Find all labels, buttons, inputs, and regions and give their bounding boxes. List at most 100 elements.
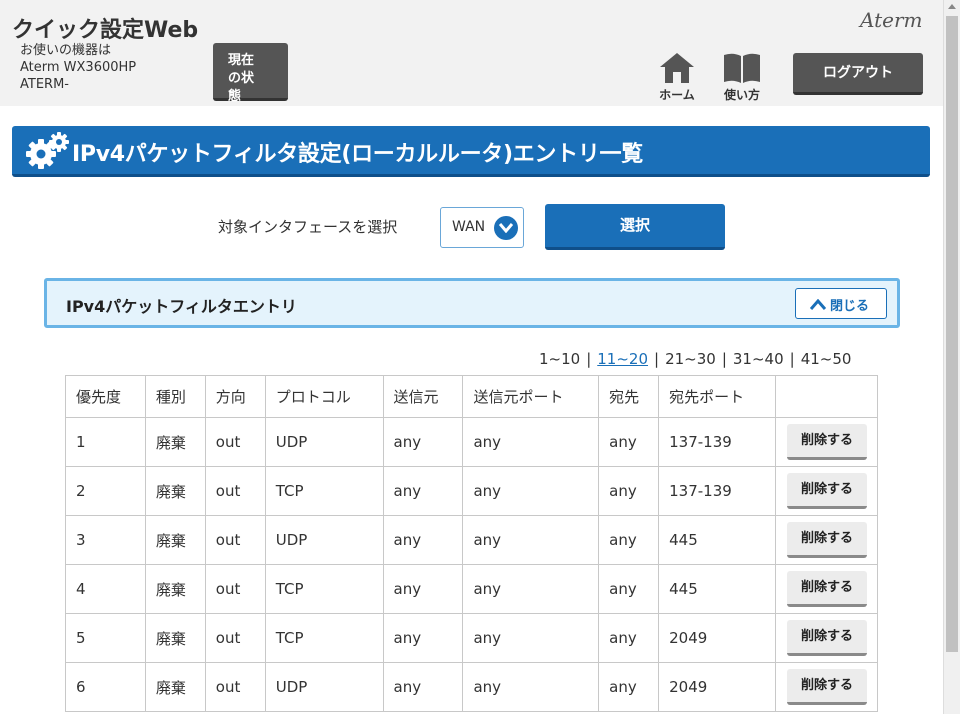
table-body: 1 廃棄 out UDP any any any 137-139 削除する 2 廃棄 out TCP an… <box>65 417 879 712</box>
table-cell: any <box>598 662 660 712</box>
table-cell: any <box>462 662 600 712</box>
scroll-up-icon[interactable] <box>948 4 956 9</box>
table-cell: any <box>598 564 660 614</box>
chevron-down-icon <box>494 216 518 240</box>
table-cell: 廃棄 <box>144 417 206 467</box>
table-cell: any <box>598 515 660 565</box>
table-cell: 廃棄 <box>144 515 206 565</box>
pagination-link[interactable]: 31~40 <box>733 350 784 368</box>
table-cell: out <box>204 515 266 565</box>
action-cell: 削除する <box>774 515 879 565</box>
delete-button[interactable]: 削除する <box>786 424 867 460</box>
action-cell: 削除する <box>774 466 879 516</box>
pagination-link[interactable]: 11~20 <box>597 350 648 368</box>
table-cell: 廃棄 <box>144 564 206 614</box>
close-panel-label: 閉じる <box>830 299 870 314</box>
pagination-separator: | <box>789 350 795 368</box>
pagination-separator: | <box>654 350 660 368</box>
table-cell: out <box>204 417 266 467</box>
table-cell: out <box>204 662 266 712</box>
table-row: 3 廃棄 out UDP any any any 445 削除する <box>65 515 879 565</box>
table-cell: out <box>204 564 266 614</box>
table-cell: 137-139 <box>658 466 776 516</box>
table-cell: any <box>598 466 660 516</box>
device-model: Aterm WX3600HP <box>20 60 137 75</box>
table-cell: 2049 <box>658 662 776 712</box>
table-cell: 2049 <box>658 613 776 663</box>
table-row: 6 廃棄 out UDP any any any 2049 削除する <box>65 662 879 712</box>
action-cell: 削除する <box>774 613 879 663</box>
current-status-button[interactable]: 現在の状態 <box>213 43 288 104</box>
column-header: 送信元 <box>382 375 464 418</box>
table-row: 4 廃棄 out TCP any any any 445 削除する <box>65 564 879 614</box>
scroll-thumb[interactable] <box>946 16 958 652</box>
pagination: 1~10 | 11~20 | 21~30 | 31~40 | 41~50 <box>539 350 851 368</box>
column-header: 方向 <box>204 375 266 418</box>
action-cell: 削除する <box>774 564 879 614</box>
column-header: プロトコル <box>264 375 384 418</box>
table-cell: 4 <box>65 564 146 614</box>
pagination-link[interactable]: 41~50 <box>801 350 852 368</box>
table-cell: 6 <box>65 662 146 712</box>
table-cell: UDP <box>264 662 384 712</box>
table-cell: any <box>382 662 464 712</box>
table-cell: 廃棄 <box>144 662 206 712</box>
select-button[interactable]: 選択 <box>545 204 725 250</box>
table-cell: any <box>382 466 464 516</box>
table-cell: out <box>204 466 266 516</box>
table-cell: any <box>382 613 464 663</box>
interface-select-value: WAN <box>452 219 486 235</box>
table-cell: any <box>462 515 600 565</box>
table-cell: TCP <box>264 564 384 614</box>
header: クイック設定Web お使いの機器は Aterm WX3600HP ATERM- … <box>0 0 943 106</box>
delete-button[interactable]: 削除する <box>786 620 867 656</box>
column-header: 優先度 <box>65 375 146 418</box>
table-cell: out <box>204 613 266 663</box>
pagination-link[interactable]: 1~10 <box>539 350 580 368</box>
entry-panel-title: IPv4パケットフィルタエントリ <box>66 297 297 316</box>
table-cell: any <box>462 564 600 614</box>
action-cell: 削除する <box>774 662 879 712</box>
table-cell: any <box>462 613 600 663</box>
interface-select[interactable]: WAN <box>440 207 524 248</box>
column-header: 宛先 <box>598 375 660 418</box>
home-label: ホーム <box>659 88 695 102</box>
gear-icon <box>26 132 69 169</box>
logout-button[interactable]: ログアウト <box>793 53 923 95</box>
app-title: クイック設定Web <box>12 18 199 43</box>
book-icon <box>724 53 760 83</box>
entry-table: 優先度 種別 方向 プロトコル 送信元 送信元ポート 宛先 宛先ポート 1 廃棄 out UDP an… <box>65 375 879 712</box>
pagination-link[interactable]: 21~30 <box>665 350 716 368</box>
brand-logo: Aterm <box>860 8 923 32</box>
table-cell: any <box>382 417 464 467</box>
table-row: 5 廃棄 out TCP any any any 2049 削除する <box>65 613 879 663</box>
pagination-separator: | <box>586 350 592 368</box>
table-cell: 2 <box>65 466 146 516</box>
table-cell: 5 <box>65 613 146 663</box>
table-cell: UDP <box>264 515 384 565</box>
table-cell: 廃棄 <box>144 613 206 663</box>
pagination-separator: | <box>721 350 727 368</box>
table-cell: any <box>598 613 660 663</box>
chevron-up-icon <box>810 299 826 310</box>
delete-button[interactable]: 削除する <box>786 522 867 558</box>
page-banner: IPv4パケットフィルタ設定(ローカルルータ)エントリ一覧 <box>12 126 930 177</box>
table-cell: 廃棄 <box>144 466 206 516</box>
column-header: 種別 <box>144 375 206 418</box>
entry-panel: IPv4パケットフィルタエントリ 閉じる <box>44 278 900 328</box>
delete-button[interactable]: 削除する <box>786 473 867 509</box>
help-label: 使い方 <box>723 88 760 102</box>
table-row: 1 廃棄 out UDP any any any 137-139 削除する <box>65 417 879 467</box>
help-nav[interactable]: 使い方 <box>720 52 764 103</box>
table-cell: 445 <box>658 564 776 614</box>
delete-button[interactable]: 削除する <box>786 669 867 705</box>
device-name: ATERM- <box>20 77 69 92</box>
table-cell: any <box>462 466 600 516</box>
table-cell: 445 <box>658 515 776 565</box>
delete-button[interactable]: 削除する <box>786 571 867 607</box>
home-nav[interactable]: ホーム <box>656 52 698 103</box>
close-panel-button[interactable]: 閉じる <box>795 288 887 319</box>
device-info: お使いの機器は Aterm WX3600HP ATERM- <box>20 42 136 93</box>
table-cell: TCP <box>264 613 384 663</box>
scrollbar[interactable] <box>943 0 960 714</box>
